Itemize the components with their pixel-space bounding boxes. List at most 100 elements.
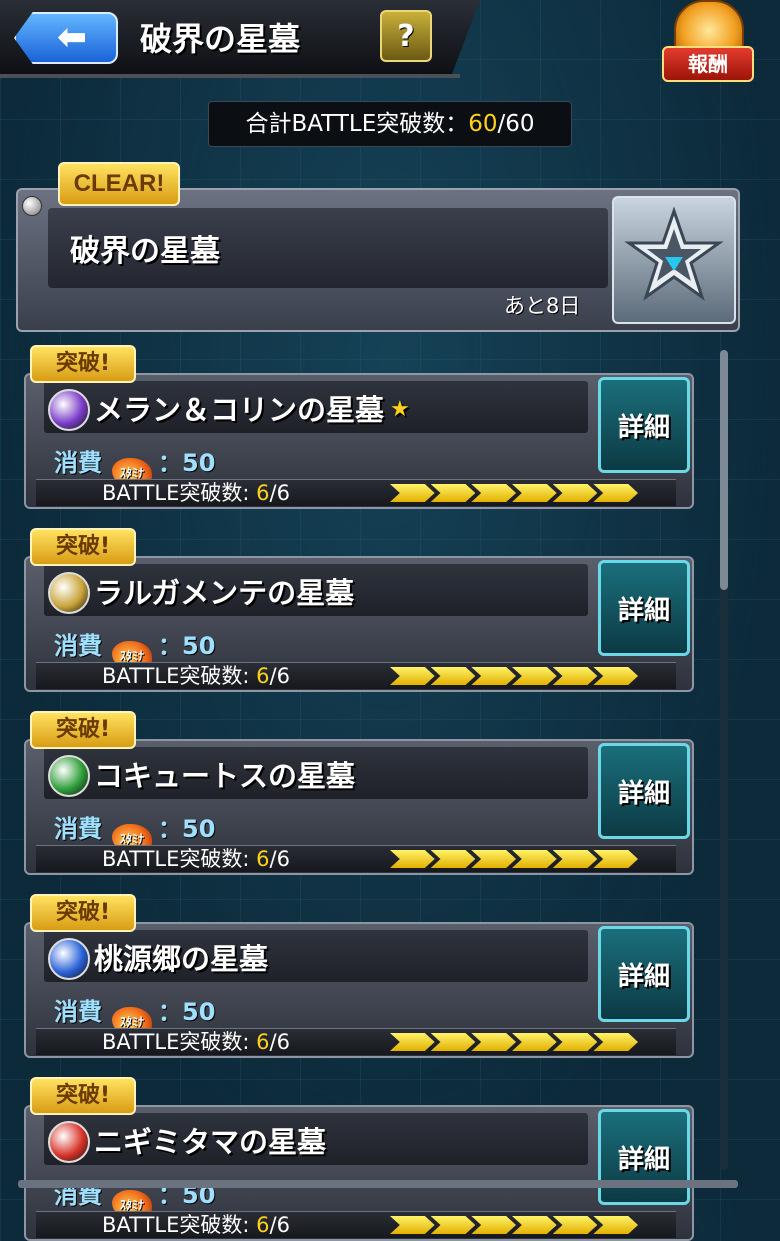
- cost-label: 消費: [54, 998, 102, 1026]
- water-element-icon: [48, 938, 90, 980]
- cost-label: 消費: [54, 815, 102, 843]
- detail-button[interactable]: 詳細: [598, 560, 690, 656]
- purple-element-icon: [48, 389, 90, 431]
- breakthrough-badge: 突破!: [30, 711, 136, 749]
- progress-chevron: [593, 667, 639, 685]
- cost-label: 消費: [54, 449, 102, 477]
- battle-progress-bar: BATTLE突破数: 6/6: [36, 1211, 676, 1238]
- stage-card[interactable]: ラルガメンテの星墓 消費 ｽﾀﾐﾅ ：50 BATTLE突破数: 6/6 詳細 突破…: [24, 528, 694, 692]
- star-icon: ★: [390, 397, 410, 422]
- back-button[interactable]: ⬅: [14, 12, 118, 64]
- back-arrow-icon: ⬅: [56, 17, 88, 58]
- progress-chevron: [593, 1216, 639, 1234]
- progress-chevron: [512, 1033, 557, 1051]
- progress-chevron: [430, 1033, 476, 1051]
- progress-chevron: [430, 484, 476, 502]
- wood-element-icon: [48, 755, 90, 797]
- battle-progress-bar: BATTLE突破数: 6/6: [36, 1028, 676, 1055]
- progress-chevron: [471, 850, 517, 868]
- stage-name: 桃源郷の星墓: [94, 942, 269, 976]
- progress-chevron: [512, 1216, 557, 1234]
- breakthrough-badge: 突破!: [30, 528, 136, 566]
- clear-badge: CLEAR!: [58, 162, 180, 206]
- stage-body: 桃源郷の星墓 消費 ｽﾀﾐﾅ ：50 BATTLE突破数: 6/6 詳細: [24, 922, 694, 1058]
- reward-button[interactable]: 報酬: [660, 0, 754, 82]
- header-divider: [0, 74, 460, 78]
- detail-button[interactable]: 詳細: [598, 377, 690, 473]
- battle-progress-bar: BATTLE突破数: 6/6: [36, 479, 676, 506]
- light-element-icon: [48, 572, 90, 614]
- stage-body: ラルガメンテの星墓 消費 ｽﾀﾐﾅ ：50 BATTLE突破数: 6/6 詳細: [24, 556, 694, 692]
- battle-count: BATTLE突破数: 6/6: [102, 1030, 290, 1054]
- progress-chevron: [390, 850, 435, 868]
- stage-card[interactable]: コキュートスの星墓 消費 ｽﾀﾐﾅ ：50 BATTLE突破数: 6/6 詳細 突破…: [24, 711, 694, 875]
- progress-chevrons: [390, 484, 639, 502]
- progress-chevrons: [390, 667, 639, 685]
- scrollbar-thumb[interactable]: [720, 350, 728, 590]
- cost-value: ：50: [158, 632, 216, 660]
- stage-name: ニギミタマの星墓: [94, 1125, 327, 1159]
- breakthrough-badge: 突破!: [30, 1077, 136, 1115]
- stage-body: ニギミタマの星墓 消費 ｽﾀﾐﾅ ：50 BATTLE突破数: 6/6 詳細: [24, 1105, 694, 1241]
- cost-value: ：50: [158, 815, 216, 843]
- detail-button[interactable]: 詳細: [598, 1109, 690, 1205]
- progress-chevron: [471, 1216, 517, 1234]
- star-emblem-icon: [612, 196, 736, 324]
- progress-chevrons: [390, 850, 639, 868]
- progress-chevron: [593, 1033, 639, 1051]
- cost-value: ：50: [158, 449, 216, 477]
- battle-progress-bar: BATTLE突破数: 6/6: [36, 845, 676, 872]
- progress-chevron: [552, 484, 598, 502]
- progress-chevron: [552, 1216, 598, 1234]
- progress-chevron: [512, 667, 557, 685]
- progress-chevron: [390, 1033, 435, 1051]
- progress-chevron: [552, 1033, 598, 1051]
- progress-chevron: [430, 850, 476, 868]
- detail-button[interactable]: 詳細: [598, 926, 690, 1022]
- progress-chevron: [552, 850, 598, 868]
- progress-chevron: [552, 667, 598, 685]
- stage-card[interactable]: 桃源郷の星墓 消費 ｽﾀﾐﾅ ：50 BATTLE突破数: 6/6 詳細 突破!: [24, 894, 694, 1058]
- progress-chevron: [512, 850, 557, 868]
- battle-count: BATTLE突破数: 6/6: [102, 847, 290, 871]
- progress-chevron: [471, 667, 517, 685]
- battle-count: BATTLE突破数: 6/6: [102, 1213, 290, 1237]
- progress-chevron: [471, 484, 517, 502]
- progress-chevron: [390, 667, 435, 685]
- progress-chevrons: [390, 1033, 639, 1051]
- progress-chevron: [390, 484, 435, 502]
- help-button[interactable]: ?: [380, 10, 432, 62]
- event-remaining-days: あと8日: [504, 294, 581, 318]
- page-title: 破界の星墓: [140, 20, 301, 58]
- stage-body: コキュートスの星墓 消費 ｽﾀﾐﾅ ：50 BATTLE突破数: 6/6 詳細: [24, 739, 694, 875]
- progress-chevron: [593, 850, 639, 868]
- detail-button[interactable]: 詳細: [598, 743, 690, 839]
- progress-chevron: [390, 1216, 435, 1234]
- pin-icon: [22, 196, 42, 216]
- fire-element-icon: [48, 1121, 90, 1163]
- total-max: /60: [497, 111, 535, 137]
- stage-name: ラルガメンテの星墓: [94, 576, 355, 610]
- total-label: 合計BATTLE突破数：: [245, 111, 469, 137]
- bottom-rail: [18, 1180, 738, 1188]
- stage-body: メラン＆コリンの星墓 ★ 消費 ｽﾀﾐﾅ ：50 BATTLE突破数: 6/6 詳細: [24, 373, 694, 509]
- stage-name: メラン＆コリンの星墓 ★: [94, 393, 410, 427]
- stage-name: コキュートスの星墓: [94, 759, 356, 793]
- battle-count: BATTLE突破数: 6/6: [102, 481, 290, 505]
- progress-chevron: [471, 1033, 517, 1051]
- total-current: 60: [468, 111, 498, 137]
- progress-chevron: [512, 484, 557, 502]
- breakthrough-badge: 突破!: [30, 894, 136, 932]
- reward-label: 報酬: [662, 46, 754, 82]
- cost-value: ：50: [158, 998, 216, 1026]
- event-title: 破界の星墓: [70, 234, 220, 269]
- stage-card[interactable]: ニギミタマの星墓 消費 ｽﾀﾐﾅ ：50 BATTLE突破数: 6/6 詳細 突破!: [24, 1077, 694, 1241]
- progress-chevron: [593, 484, 639, 502]
- cost-label: 消費: [54, 632, 102, 660]
- event-banner[interactable]: 破界の星墓 あと8日: [16, 188, 740, 332]
- stage-card[interactable]: メラン＆コリンの星墓 ★ 消費 ｽﾀﾐﾅ ：50 BATTLE突破数: 6/6 詳細 …: [24, 345, 694, 509]
- progress-chevron: [430, 667, 476, 685]
- battle-progress-bar: BATTLE突破数: 6/6: [36, 662, 676, 689]
- total-battle-count: 合計BATTLE突破数：60/60: [208, 101, 572, 147]
- breakthrough-badge: 突破!: [30, 345, 136, 383]
